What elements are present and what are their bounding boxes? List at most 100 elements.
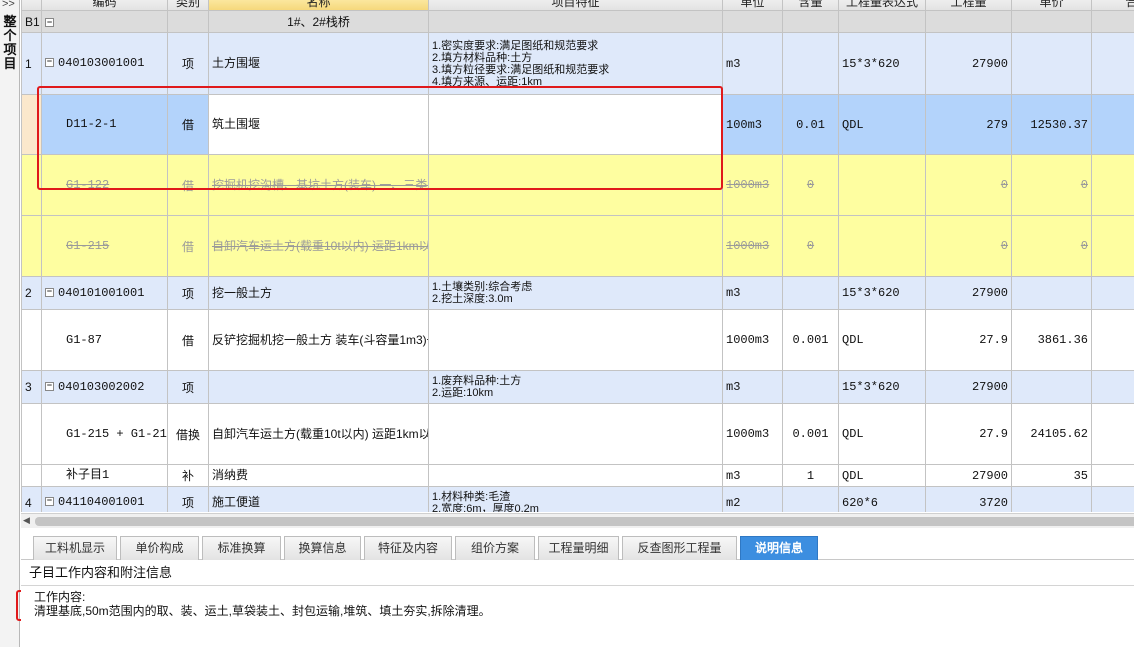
features-cell[interactable] <box>428 215 723 277</box>
code-cell[interactable]: −040103001001 <box>41 32 168 95</box>
quantity-cell[interactable]: 27900 <box>925 32 1012 95</box>
code-cell[interactable]: G1-215 + G1-216 * 9 <box>41 403 168 465</box>
section-row[interactable]: B1− 1#、2#栈桥 <box>21 10 1134 33</box>
name-cell[interactable] <box>208 370 429 404</box>
quantity-cell[interactable]: 0 <box>925 215 1012 277</box>
tab-3[interactable]: 标准换算 <box>202 536 281 560</box>
features-cell[interactable] <box>428 464 723 487</box>
price-cell[interactable]: 12530.37 <box>1011 94 1092 155</box>
expression-cell[interactable] <box>838 215 926 277</box>
unit-cell[interactable]: m2 <box>722 486 783 512</box>
code-cell[interactable]: −040103002002 <box>41 370 168 404</box>
content-cell[interactable]: 0.01 <box>782 94 839 155</box>
total-cell[interactable]: 3495 <box>1091 94 1134 155</box>
row-number[interactable] <box>21 464 42 487</box>
quantity-cell[interactable]: 27.9 <box>925 403 1012 465</box>
quantity-cell[interactable]: 27900 <box>925 464 1012 487</box>
collapse-toggle-icon[interactable]: − <box>45 497 54 507</box>
expression-cell[interactable]: 15*3*620 <box>838 276 926 310</box>
quantity-cell[interactable]: 3720 <box>925 486 1012 512</box>
name-cell[interactable]: 自卸汽车运土方(载重10t以内) 运距1km以内 <box>208 215 429 277</box>
collapse-toggle-icon[interactable]: − <box>45 58 54 68</box>
expression-cell[interactable]: 15*3*620 <box>838 370 926 404</box>
content-cell[interactable] <box>782 486 839 512</box>
expand-arrows-icon[interactable]: >> <box>2 0 15 10</box>
unit-cell[interactable]: m3 <box>722 370 783 404</box>
scroll-left-arrow-icon[interactable]: ◀ <box>23 515 30 526</box>
tab-6[interactable]: 组价方案 <box>455 536 535 560</box>
content-cell[interactable]: 0.001 <box>782 403 839 465</box>
type-cell[interactable]: 项 <box>167 276 209 310</box>
unit-cell[interactable]: m3 <box>722 464 783 487</box>
table-row[interactable]: D11-2-1 借筑土围堰 100m3 0.01 QDL 279 12530.373495 <box>21 94 1134 155</box>
table-row[interactable]: 补子目1 补消纳费 m3 1 QDL 27900 35 <box>21 464 1134 487</box>
code-cell[interactable]: 补子目1 <box>41 464 168 487</box>
code-cell[interactable]: −041104001001 <box>41 486 168 512</box>
table-row[interactable]: G1-87 借反铲挖掘机挖一般土方 装车(斗容量1m3)一、二类土 1000m3 0.… <box>21 309 1134 371</box>
tab-4[interactable]: 换算信息 <box>284 536 361 560</box>
row-number[interactable]: B1 <box>21 10 42 33</box>
row-number[interactable]: 4 <box>21 486 42 512</box>
unit-cell[interactable]: m3 <box>722 32 783 95</box>
expression-cell[interactable]: 15*3*620 <box>838 32 926 95</box>
unit-cell[interactable]: m3 <box>722 276 783 310</box>
type-cell[interactable]: 借 <box>167 94 209 155</box>
type-cell[interactable]: 项 <box>167 370 209 404</box>
table-row[interactable]: 1−040103001001 项土方围堰 1.密实度要求:满足图纸和规范要求 2.填方… <box>21 32 1134 95</box>
table-row[interactable]: G1-215 + G1-216 * 9借换自卸汽车运土方(载重10t以内) 运距… <box>21 403 1134 465</box>
price-cell[interactable]: 3861.36 <box>1011 309 1092 371</box>
code-cell[interactable]: D11-2-1 <box>41 94 168 155</box>
content-cell[interactable] <box>782 370 839 404</box>
type-cell[interactable]: 借 <box>167 215 209 277</box>
unit-cell[interactable]: 1000m3 <box>722 154 783 216</box>
price-cell[interactable]: 24105.62 <box>1011 403 1092 465</box>
unit-cell[interactable]: 1000m3 <box>722 215 783 277</box>
content-cell[interactable]: 1 <box>782 464 839 487</box>
table-row[interactable]: G1-122 借挖掘机挖沟槽、基坑土方(装车) 一、三类土 1000m3 0 0 0 <box>21 154 1134 216</box>
type-cell[interactable]: 项 <box>167 486 209 512</box>
content-cell[interactable]: 0.001 <box>782 309 839 371</box>
features-cell[interactable]: 1.废弃料品种:土方 2.运距:10km <box>428 370 723 404</box>
price-cell[interactable] <box>1011 276 1092 310</box>
type-cell[interactable]: 借 <box>167 154 209 216</box>
column-header[interactable]: 工程量 <box>925 0 1012 11</box>
row-number[interactable] <box>21 94 42 155</box>
left-collapse-strip[interactable]: >> 整个项目 <box>0 0 20 647</box>
name-cell[interactable]: 施工便道 <box>208 486 429 512</box>
features-cell[interactable]: 1.土壤类别:综合考虑 2.挖土深度:3.0m <box>428 276 723 310</box>
column-header[interactable]: 合 <box>1091 0 1134 11</box>
tab-8[interactable]: 反查图形工程量 <box>622 536 737 560</box>
features-cell[interactable] <box>428 403 723 465</box>
unit-cell[interactable]: 1000m3 <box>722 403 783 465</box>
total-cell[interactable] <box>1091 215 1134 277</box>
column-header[interactable]: 项目特征 <box>428 0 723 11</box>
total-cell[interactable] <box>1091 486 1134 512</box>
quantity-cell[interactable]: 27900 <box>925 276 1012 310</box>
code-cell[interactable]: −040101001001 <box>41 276 168 310</box>
tab-9[interactable]: 说明信息 <box>740 536 818 560</box>
content-cell[interactable]: 0 <box>782 215 839 277</box>
total-cell[interactable] <box>1091 276 1134 310</box>
name-cell[interactable]: 挖一般土方 <box>208 276 429 310</box>
total-cell[interactable] <box>1091 32 1134 95</box>
name-cell[interactable]: 自卸汽车运土方(载重10t以内) 运距1km以内 实际运距(km)(1km<s≤… <box>208 403 429 465</box>
type-cell[interactable]: 借换 <box>167 403 209 465</box>
expression-cell[interactable] <box>838 154 926 216</box>
tab-1[interactable]: 工料机显示 <box>33 536 117 560</box>
quantity-cell[interactable]: 27900 <box>925 370 1012 404</box>
column-header[interactable]: 名称 <box>208 0 429 11</box>
column-header[interactable]: 单价 <box>1011 0 1092 11</box>
quantity-cell[interactable]: 27.9 <box>925 309 1012 371</box>
code-cell[interactable]: G1-87 <box>41 309 168 371</box>
price-cell[interactable] <box>1011 32 1092 95</box>
column-header[interactable]: 含量 <box>782 0 839 11</box>
quantity-cell[interactable]: 279 <box>925 94 1012 155</box>
type-cell[interactable]: 项 <box>167 32 209 95</box>
features-cell[interactable]: 1.密实度要求:满足图纸和规范要求 2.填方材料品种:土方 3.填方粒径要求:满足图… <box>428 32 723 95</box>
price-cell[interactable] <box>1011 370 1092 404</box>
price-cell[interactable] <box>1011 486 1092 512</box>
column-header[interactable]: 工程量表达式 <box>838 0 926 11</box>
tab-5[interactable]: 特征及内容 <box>364 536 452 560</box>
row-number[interactable] <box>21 215 42 277</box>
content-cell[interactable] <box>782 276 839 310</box>
